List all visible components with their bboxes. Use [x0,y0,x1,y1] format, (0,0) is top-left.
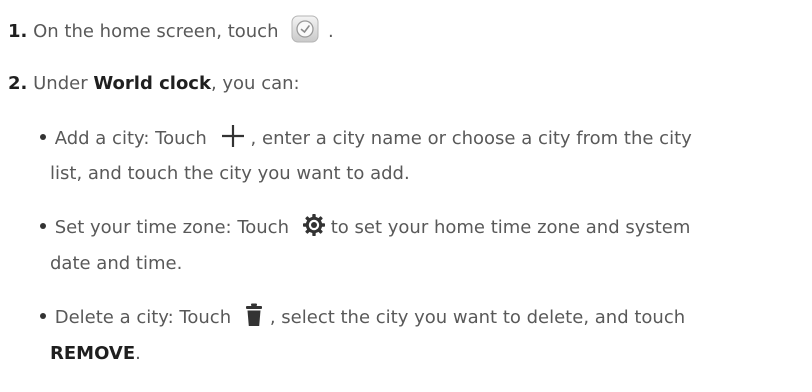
add-city-text: Add a city: Touch [54,128,207,149]
bullet-add-city: Add a city: Touch , enter a city name or… [40,123,692,152]
delete-city-period: . [135,343,141,364]
time-zone-text: Set your time zone: Touch [54,217,289,238]
time-zone-text-cont: date and time. [50,253,183,274]
add-city-continuation: list, and touch the city you want to add… [50,162,410,186]
bullet-delete-city: Delete a city: Touch , select the city y… [40,303,686,330]
gear-icon [302,213,326,237]
time-zone-text-after: to set your home time zone and system [330,217,691,238]
clock-app-icon [291,15,319,43]
trash-icon [245,303,263,327]
step-1: 1. On the home screen, touch . [8,15,334,46]
step-1-text: On the home screen, touch [33,21,279,42]
bullet-dot [40,313,46,319]
step-2: 2. Under World clock, you can: [8,72,300,96]
add-city-text-after: , enter a city name or choose a city fro… [250,128,692,149]
add-city-text-cont: list, and touch the city you want to add… [50,163,410,184]
bullet-time-zone: Set your time zone: Touch to set your ho… [40,213,691,240]
world-clock-label: World clock [93,73,211,94]
bullet-dot [40,223,46,229]
delete-city-text-after: , select the city you want to delete, an… [269,307,686,328]
step-number: 2. [8,73,28,94]
delete-city-text: Delete a city: Touch [54,307,232,328]
delete-city-continuation: REMOVE. [50,342,141,366]
bullet-dot [40,134,46,140]
step-1-period: . [327,21,334,42]
step-number: 1. [8,21,28,42]
step-2-text-after: , you can: [210,73,300,94]
plus-icon [220,123,246,149]
remove-label: REMOVE [50,343,136,364]
step-2-text: Under [33,73,88,94]
time-zone-continuation: date and time. [50,252,182,276]
